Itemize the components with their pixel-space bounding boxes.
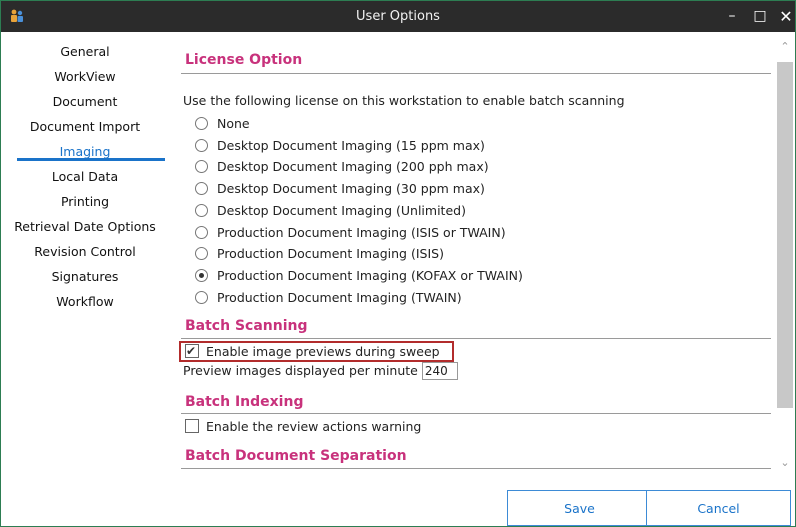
radio-label: None — [217, 116, 250, 131]
active-item-indicator — [17, 158, 165, 161]
sidebar-item-retrieval-date-options[interactable]: Retrieval Date Options — [1, 216, 169, 238]
sidebar-item-signatures[interactable]: Signatures — [1, 266, 169, 288]
vertical-scrollbar[interactable]: ⌃ ⌄ — [776, 32, 794, 472]
review-warning-checkbox[interactable] — [185, 419, 199, 433]
sidebar-item-revision-control[interactable]: Revision Control — [1, 241, 169, 263]
scroll-thumb[interactable] — [777, 62, 793, 408]
review-warning-option[interactable]: Enable the review actions warning — [185, 418, 421, 436]
options-content-pane: License Option Use the following license… — [171, 32, 776, 472]
highlight-annotation — [179, 341, 454, 362]
radio-label: Production Document Imaging (ISIS) — [217, 246, 444, 261]
sidebar-item-printing[interactable]: Printing — [1, 191, 169, 213]
radio-button[interactable] — [195, 182, 208, 195]
radio-button[interactable] — [195, 204, 208, 217]
radio-button[interactable] — [195, 139, 208, 152]
license-description: Use the following license on this workst… — [183, 93, 625, 108]
license-radio-production-kofax-twain[interactable]: Production Document Imaging (KOFAX or TW… — [195, 267, 523, 285]
license-radio-production-isis[interactable]: Production Document Imaging (ISIS) — [195, 245, 444, 263]
title-bar[interactable]: User Options – □ ✕ — [1, 1, 795, 32]
license-radio-desktop-15ppm[interactable]: Desktop Document Imaging (15 ppm max) — [195, 137, 485, 155]
batch-indexing-heading: Batch Indexing — [185, 394, 304, 410]
radio-button[interactable] — [195, 160, 208, 173]
sidebar-item-general[interactable]: General — [1, 41, 169, 63]
sidebar-item-workview[interactable]: WorkView — [1, 66, 169, 88]
radio-button[interactable] — [195, 117, 208, 130]
scroll-up-icon[interactable]: ⌃ — [776, 40, 794, 53]
window-title: User Options — [356, 9, 440, 24]
license-radio-desktop-30ppm[interactable]: Desktop Document Imaging (30 ppm max) — [195, 180, 485, 198]
close-button[interactable]: ✕ — [767, 1, 795, 32]
radio-label: Production Document Imaging (KOFAX or TW… — [217, 268, 523, 283]
radio-label: Desktop Document Imaging (15 ppm max) — [217, 138, 485, 153]
radio-label: Production Document Imaging (TWAIN) — [217, 290, 462, 305]
scroll-down-icon[interactable]: ⌄ — [776, 456, 794, 469]
radio-label: Desktop Document Imaging (200 pph max) — [217, 159, 489, 174]
preview-rate-input[interactable]: 240 — [421, 362, 458, 380]
sidebar-item-document[interactable]: Document — [1, 91, 169, 113]
license-radio-desktop-unlimited[interactable]: Desktop Document Imaging (Unlimited) — [195, 202, 466, 220]
radio-label: Desktop Document Imaging (Unlimited) — [217, 203, 466, 218]
section-divider — [181, 413, 771, 414]
batch-scanning-heading: Batch Scanning — [185, 318, 308, 334]
preview-rate-label: Preview images displayed per minute — [183, 363, 418, 378]
radio-button[interactable] — [195, 247, 208, 260]
license-radio-desktop-200pph[interactable]: Desktop Document Imaging (200 pph max) — [195, 158, 489, 176]
section-divider — [181, 338, 771, 339]
radio-button[interactable] — [195, 226, 208, 239]
radio-label: Desktop Document Imaging (30 ppm max) — [217, 181, 485, 196]
sidebar-item-workflow[interactable]: Workflow — [1, 291, 169, 313]
save-button[interactable]: Save — [507, 490, 652, 526]
radio-label: Production Document Imaging (ISIS or TWA… — [217, 225, 506, 240]
user-options-window: User Options – □ ✕ General WorkView Docu… — [0, 0, 796, 527]
batch-separation-heading: Batch Document Separation — [185, 448, 407, 464]
section-divider — [181, 468, 771, 469]
sidebar-item-local-data[interactable]: Local Data — [1, 166, 169, 188]
section-divider — [181, 73, 771, 74]
radio-button-selected[interactable] — [195, 269, 208, 282]
license-option-heading: License Option — [185, 52, 303, 68]
preview-rate-row: Preview images displayed per minute 240 — [183, 362, 458, 380]
cancel-button[interactable]: Cancel — [646, 490, 791, 526]
license-radio-none[interactable]: None — [195, 115, 250, 133]
license-radio-production-twain[interactable]: Production Document Imaging (TWAIN) — [195, 289, 462, 307]
license-radio-production-isis-twain[interactable]: Production Document Imaging (ISIS or TWA… — [195, 224, 506, 242]
review-warning-label: Enable the review actions warning — [206, 419, 422, 434]
sidebar-item-document-import[interactable]: Document Import — [1, 116, 169, 138]
radio-button[interactable] — [195, 291, 208, 304]
